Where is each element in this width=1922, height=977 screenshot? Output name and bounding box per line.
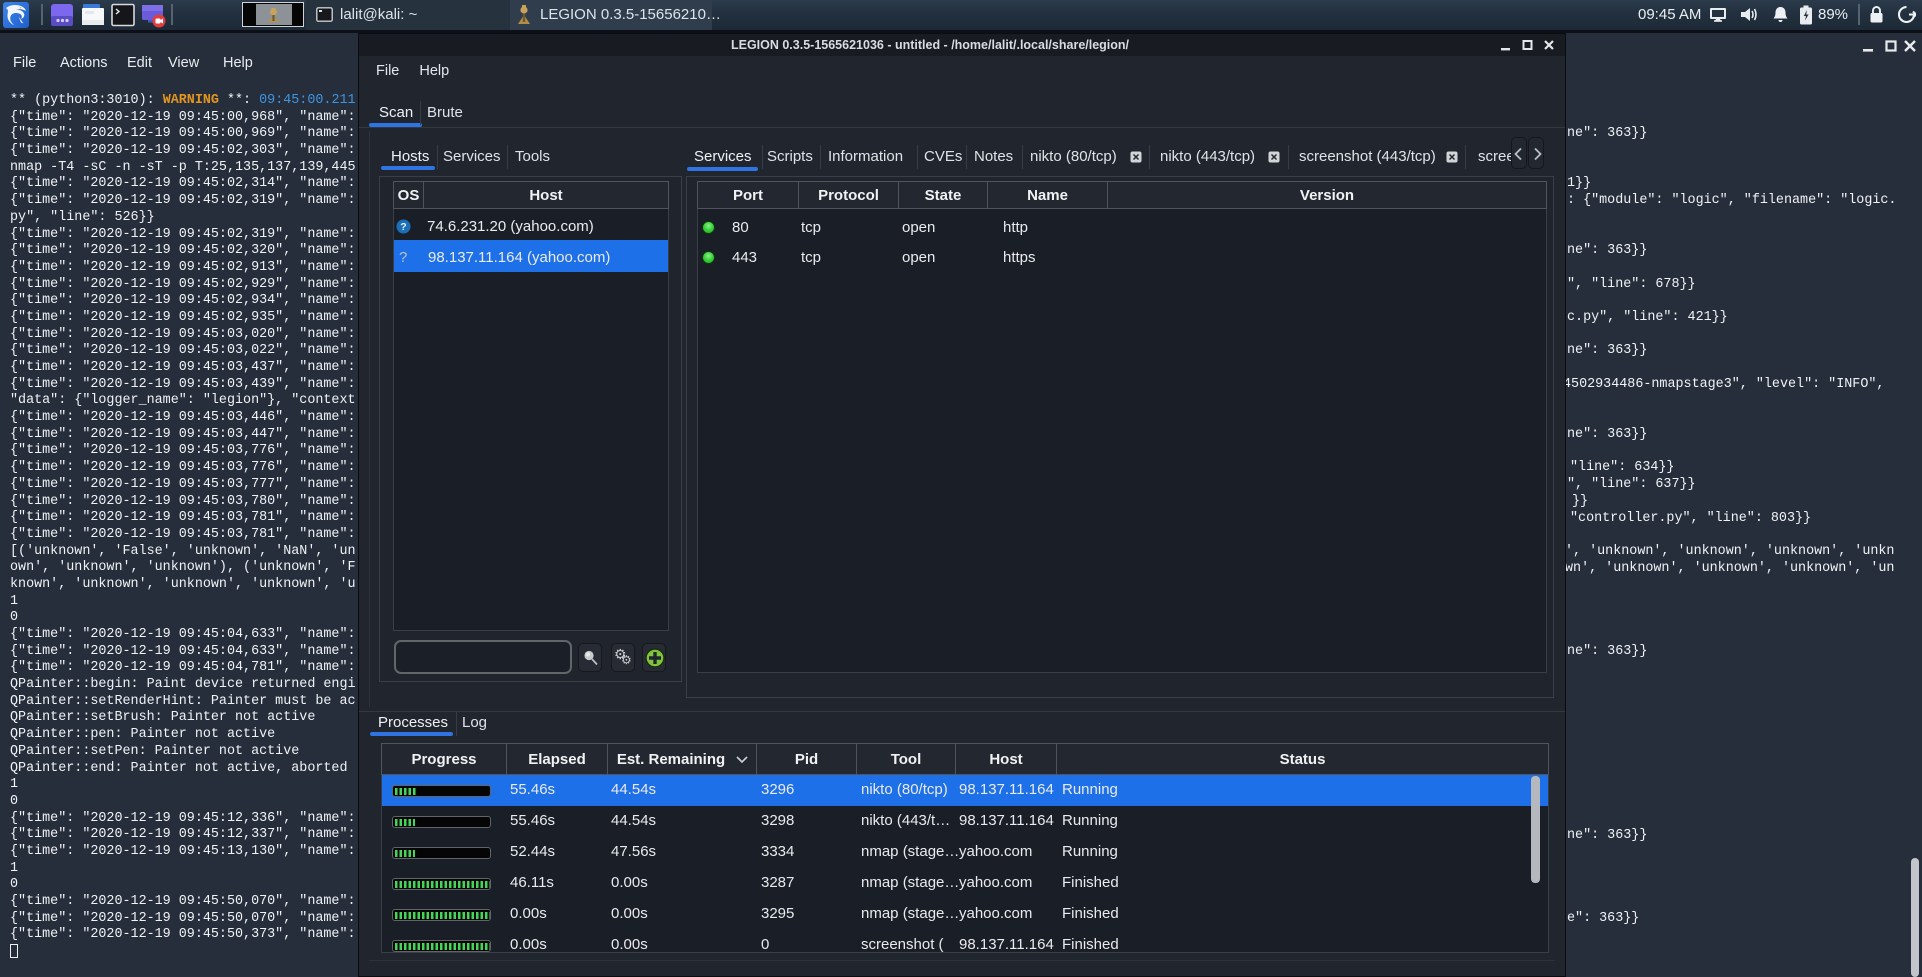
svg-text:?: ? (400, 221, 406, 233)
